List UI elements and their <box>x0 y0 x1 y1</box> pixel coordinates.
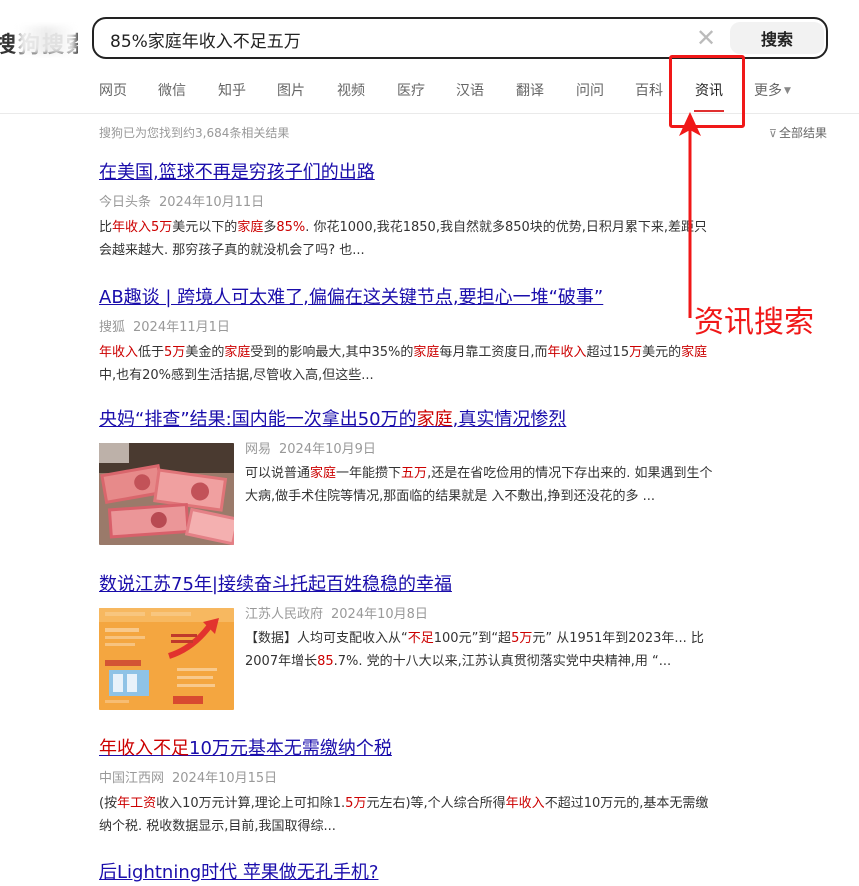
tab-more[interactable]: 更多 ▼ <box>754 78 791 104</box>
result-body: 江苏人民政府 2024年10月8日 【数据】人均可支配收入从“不足100元”到“超… <box>99 606 719 710</box>
result-meta: 江苏人民政府 2024年10月8日 <box>245 606 719 624</box>
result-title-link[interactable]: 央妈“排查”结果:国内能一次拿出50万的家庭,真实情况惨烈 <box>99 407 719 433</box>
result-date: 2024年10月11日 <box>159 195 265 210</box>
result-source: 搜狐 <box>99 320 126 335</box>
result-source: 江苏人民政府 <box>245 607 324 622</box>
result-text: 江苏人民政府 2024年10月8日 【数据】人均可支配收入从“不足100元”到“超… <box>245 606 719 673</box>
chevron-down-icon: ▼ <box>784 86 791 96</box>
search-box: ✕ 搜索 <box>92 17 828 59</box>
result-title-link[interactable]: AB趣谈 | 跨境人可太难了,偏偏在这关键节点,要担心一堆“破事” <box>99 285 719 311</box>
result-thumbnail-money[interactable] <box>99 443 234 545</box>
annotation-label: 资讯搜索 <box>694 305 814 340</box>
clear-icon[interactable]: ✕ <box>694 26 718 51</box>
result-snippet: 年收入低于5万美金的家庭受到的影响最大,其中35%的家庭每月靠工资度日,而年收入… <box>99 345 708 383</box>
filter-label: 全部结果 <box>778 126 827 140</box>
result-source: 今日头条 <box>99 195 152 210</box>
vertical-tabs: 网页 微信 知乎 图片 视频 医疗 汉语 翻译 问问 百科 资讯 更多 ▼ <box>0 78 859 112</box>
tab-web[interactable]: 网页 <box>99 78 127 104</box>
search-result: 年收入不足10万元基本无需缴纳个税 中国江西网 2024年10月15日 (按年工资… <box>99 736 719 838</box>
result-date: 2024年10月9日 <box>279 442 376 457</box>
result-meta: 网易 2024年10月9日 <box>245 441 719 459</box>
result-body: 网易 2024年10月9日 可以说普通家庭一年能攒下五万,还是在省吃俭用的情况下存… <box>99 441 719 545</box>
result-snippet: 比年收入5万美元以下的家庭多85%. 你花1000,我花1850,我自然就多85… <box>99 220 708 258</box>
result-count: 搜狗已为您找到约3,684条相关结果 <box>99 126 290 140</box>
search-input[interactable] <box>110 27 670 51</box>
tab-images[interactable]: 图片 <box>277 78 305 104</box>
search-result: AB趣谈 | 跨境人可太难了,偏偏在这关键节点,要担心一堆“破事” 搜狐 2024… <box>99 285 719 387</box>
search-result: 在美国,篮球不再是穷孩子们的出路 今日头条 2024年10月11日 比年收入5万美… <box>99 160 719 262</box>
infographic-image <box>99 608 234 710</box>
result-snippet: 【数据】人均可支配收入从“不足100元”到“超5万元” 从1951年到2023年… <box>245 631 704 669</box>
result-title-link[interactable]: 数说江苏75年|接续奋斗托起百姓稳稳的幸福 <box>99 572 719 598</box>
result-text: 网易 2024年10月9日 可以说普通家庭一年能攒下五万,还是在省吃俭用的情况下存… <box>245 441 719 508</box>
result-date: 2024年10月8日 <box>331 607 428 622</box>
active-tab-indicator <box>694 110 724 112</box>
filter-button[interactable]: ⊽ 全部结果 <box>769 124 827 141</box>
result-title-link[interactable]: 在美国,篮球不再是穷孩子们的出路 <box>99 160 719 186</box>
logo-blur-overlay <box>18 26 76 54</box>
result-snippet: (按年工资收入10万元计算,理论上可扣除1.5万元左右)等,个人综合所得年收入不… <box>99 796 709 834</box>
result-meta: 中国江西网 2024年10月15日 <box>99 770 719 788</box>
tab-translate[interactable]: 翻译 <box>516 78 544 104</box>
result-meta: 今日头条 2024年10月11日 <box>99 194 719 212</box>
tab-baike[interactable]: 百科 <box>635 78 663 104</box>
result-thumbnail-infographic[interactable] <box>99 608 234 710</box>
nav-divider <box>0 113 859 114</box>
tab-video[interactable]: 视频 <box>337 78 365 104</box>
result-date: 2024年11月1日 <box>133 320 230 335</box>
result-meta: 搜狐 2024年11月1日 <box>99 319 719 337</box>
tab-news[interactable]: 资讯 <box>695 78 723 104</box>
tab-zhihu[interactable]: 知乎 <box>218 78 246 104</box>
result-source: 中国江西网 <box>99 771 165 786</box>
logo[interactable]: 搜狗搜索 <box>0 22 78 58</box>
tab-wechat[interactable]: 微信 <box>158 78 186 104</box>
filter-icon: ⊽ <box>768 127 777 140</box>
result-title-link[interactable]: 后Lightning时代 苹果做无孔手机? <box>99 860 719 886</box>
money-image <box>99 443 234 545</box>
search-button[interactable]: 搜索 <box>730 22 824 54</box>
search-result: 数说江苏75年|接续奋斗托起百姓稳稳的幸福 江苏人民政府 2024年10月8日 … <box>99 572 719 710</box>
tab-more-label: 更多 <box>754 83 782 99</box>
result-snippet: 可以说普通家庭一年能攒下五万,还是在省吃俭用的情况下存出来的. 如果遇到生个大病… <box>245 466 713 504</box>
search-result: 后Lightning时代 苹果做无孔手机? <box>99 860 719 886</box>
result-title-link[interactable]: 年收入不足10万元基本无需缴纳个税 <box>99 736 719 762</box>
result-source: 网易 <box>245 442 272 457</box>
tab-hanyu[interactable]: 汉语 <box>456 78 484 104</box>
result-date: 2024年10月15日 <box>172 771 278 786</box>
tab-wenwen[interactable]: 问问 <box>576 78 604 104</box>
search-result: 央妈“排查”结果:国内能一次拿出50万的家庭,真实情况惨烈 网易 2024年10… <box>99 407 719 545</box>
tab-medical[interactable]: 医疗 <box>397 78 425 104</box>
